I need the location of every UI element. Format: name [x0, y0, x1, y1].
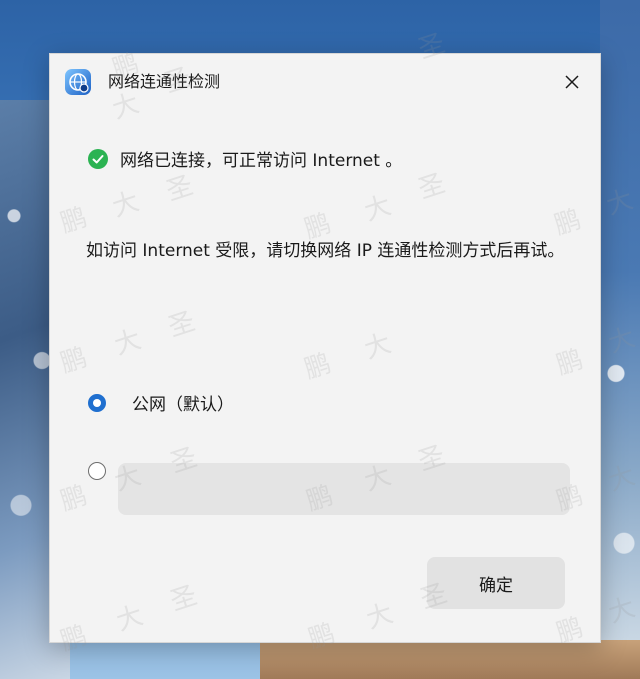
- dialog-titlebar: 网络连通性检测: [50, 54, 600, 110]
- status-text: 网络已连接，可正常访问 Internet 。: [120, 151, 403, 171]
- hint-text: 如访问 Internet 受限，请切换网络 IP 连通性检测方式后再试。: [86, 241, 565, 261]
- radio-option-public[interactable]: 公网（默认）: [88, 390, 234, 415]
- check-circle-icon: [88, 148, 108, 169]
- wallpaper-rock: [260, 640, 640, 679]
- network-check-dialog: 网络连通性检测 网络已连接，可正常访问 Internet 。 如访问 Inter…: [49, 53, 601, 643]
- ok-button[interactable]: 确定: [427, 557, 565, 609]
- close-icon: [565, 75, 579, 89]
- dialog-content: 网络已连接，可正常访问 Internet 。 如访问 Internet 受限，请…: [50, 110, 600, 642]
- dialog-title: 网络连通性检测: [108, 72, 221, 91]
- network-check-app-icon: [64, 68, 92, 96]
- radio-option-label: 公网（默认）: [132, 395, 234, 415]
- radio-button-unchecked[interactable]: [88, 461, 106, 480]
- ip-address-input[interactable]: [118, 463, 570, 515]
- connection-status: 网络已连接，可正常访问 Internet 。: [88, 146, 402, 171]
- radio-button-checked[interactable]: [88, 393, 106, 412]
- wallpaper-mountain-right: [600, 0, 640, 679]
- close-button[interactable]: [556, 66, 588, 98]
